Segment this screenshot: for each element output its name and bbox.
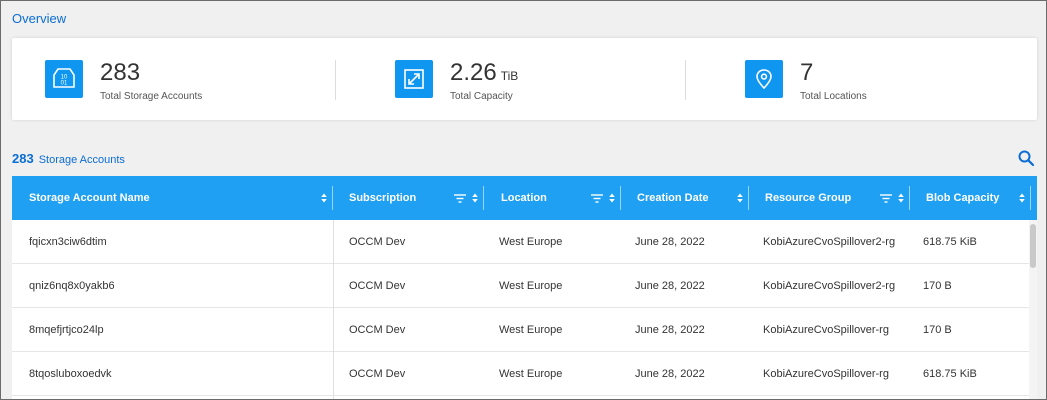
blob-capacity-cell: 170 B	[923, 324, 952, 336]
storage-account-name-cell[interactable]: qniz6nq8x0yakb6	[29, 264, 115, 308]
resource-group-cell: KobiAzureCvoSpillover-rg	[763, 368, 889, 380]
column-label: Creation Date	[637, 192, 709, 204]
column-label: Resource Group	[765, 192, 852, 204]
stat-divider	[335, 60, 336, 100]
location-pin-icon	[745, 60, 783, 98]
sort-icon[interactable]	[472, 193, 478, 203]
sort-icon[interactable]	[898, 193, 904, 203]
stat-value: 7	[800, 59, 814, 86]
list-count: 283	[12, 151, 34, 166]
blob-capacity-cell: 618.75 KiB	[923, 368, 977, 380]
resource-group-cell: KobiAzureCvoSpillover2-rg	[763, 236, 896, 248]
list-label: Storage Accounts	[38, 154, 125, 166]
column-header-subscription[interactable]: Subscription	[333, 176, 484, 220]
storage-account-icon: 10 01	[45, 60, 83, 98]
sort-icon[interactable]	[609, 193, 615, 203]
location-cell: West Europe	[499, 368, 563, 380]
column-label: Location	[501, 192, 547, 204]
blob-capacity-cell: 170 B	[923, 280, 952, 292]
creation-date-cell: June 28, 2022	[635, 324, 705, 336]
column-header-resource-group[interactable]: Resource Group	[749, 176, 910, 220]
stat-caption: Total Storage Accounts	[100, 91, 203, 102]
search-button[interactable]	[1016, 148, 1036, 168]
capacity-icon	[395, 60, 433, 98]
location-cell: West Europe	[499, 324, 563, 336]
list-heading: 283 Storage Accounts	[12, 151, 125, 166]
column-separator[interactable]	[1030, 186, 1031, 210]
pinned-column-divider	[333, 220, 334, 399]
subscription-cell: OCCM Dev	[349, 236, 406, 248]
column-header-blob-capacity[interactable]: Blob Capacity	[910, 176, 1031, 220]
column-label: Blob Capacity	[926, 192, 1000, 204]
table-scrollbar-thumb[interactable]	[1030, 224, 1036, 268]
table-header: Storage Account Name Subscription Locati…	[12, 176, 1037, 220]
filter-icon[interactable]	[454, 193, 466, 203]
stat-caption: Total Locations	[800, 91, 867, 102]
storage-accounts-table: Storage Account Name Subscription Locati…	[12, 176, 1037, 399]
stat-value: 2.26 TiB	[450, 59, 519, 86]
storage-account-name-cell[interactable]: 8tqosluboxoedvk	[29, 352, 112, 396]
subscription-cell: OCCM Dev	[349, 280, 406, 292]
table-row[interactable]: qniz6nq8x0yakb6 OCCM Dev West Europe Jun…	[12, 264, 1029, 308]
column-label: Storage Account Name	[29, 192, 150, 204]
search-icon	[1018, 150, 1035, 167]
subscription-cell: OCCM Dev	[349, 368, 406, 380]
storage-account-name-cell[interactable]: 8mqefjrtjco24lp	[29, 308, 104, 352]
location-cell: West Europe	[499, 236, 563, 248]
table-row[interactable]: 8mqefjrtjco24lp OCCM Dev West Europe Jun…	[12, 308, 1029, 352]
table-row[interactable]: 8tqosluboxoedvk OCCM Dev West Europe Jun…	[12, 352, 1029, 396]
stat-value: 283	[100, 59, 141, 86]
resource-group-cell: KobiAzureCvoSpillover2-rg	[763, 280, 896, 292]
overview-title: Overview	[12, 11, 67, 26]
stat-unit: TiB	[500, 69, 519, 83]
stat-divider	[685, 60, 686, 100]
sort-icon[interactable]	[1019, 193, 1025, 203]
app-window: Overview 10 01 283 Total Storage Account…	[0, 0, 1047, 400]
summary-card: 10 01 283 Total Storage Accounts 2.26 TiB…	[12, 38, 1037, 120]
location-cell: West Europe	[499, 280, 563, 292]
column-header-location[interactable]: Location	[484, 176, 621, 220]
table-row[interactable]: fqicxn3ciw6dtim OCCM Dev West Europe Jun…	[12, 220, 1029, 264]
stat-caption: Total Capacity	[450, 91, 513, 102]
blob-capacity-cell: 618.75 KiB	[923, 236, 977, 248]
creation-date-cell: June 28, 2022	[635, 368, 705, 380]
filter-icon[interactable]	[880, 193, 892, 203]
column-header-creation-date[interactable]: Creation Date	[621, 176, 749, 220]
sort-icon[interactable]	[737, 193, 743, 203]
resource-group-cell: KobiAzureCvoSpillover-rg	[763, 324, 889, 336]
sort-icon[interactable]	[321, 193, 327, 203]
subscription-cell: OCCM Dev	[349, 324, 406, 336]
filter-icon[interactable]	[591, 193, 603, 203]
creation-date-cell: June 28, 2022	[635, 236, 705, 248]
creation-date-cell: June 28, 2022	[635, 280, 705, 292]
column-label: Subscription	[349, 192, 417, 204]
storage-account-name-cell[interactable]: fqicxn3ciw6dtim	[29, 220, 107, 264]
svg-text:01: 01	[61, 81, 68, 87]
column-header-storage-account-name[interactable]: Storage Account Name	[12, 176, 333, 220]
